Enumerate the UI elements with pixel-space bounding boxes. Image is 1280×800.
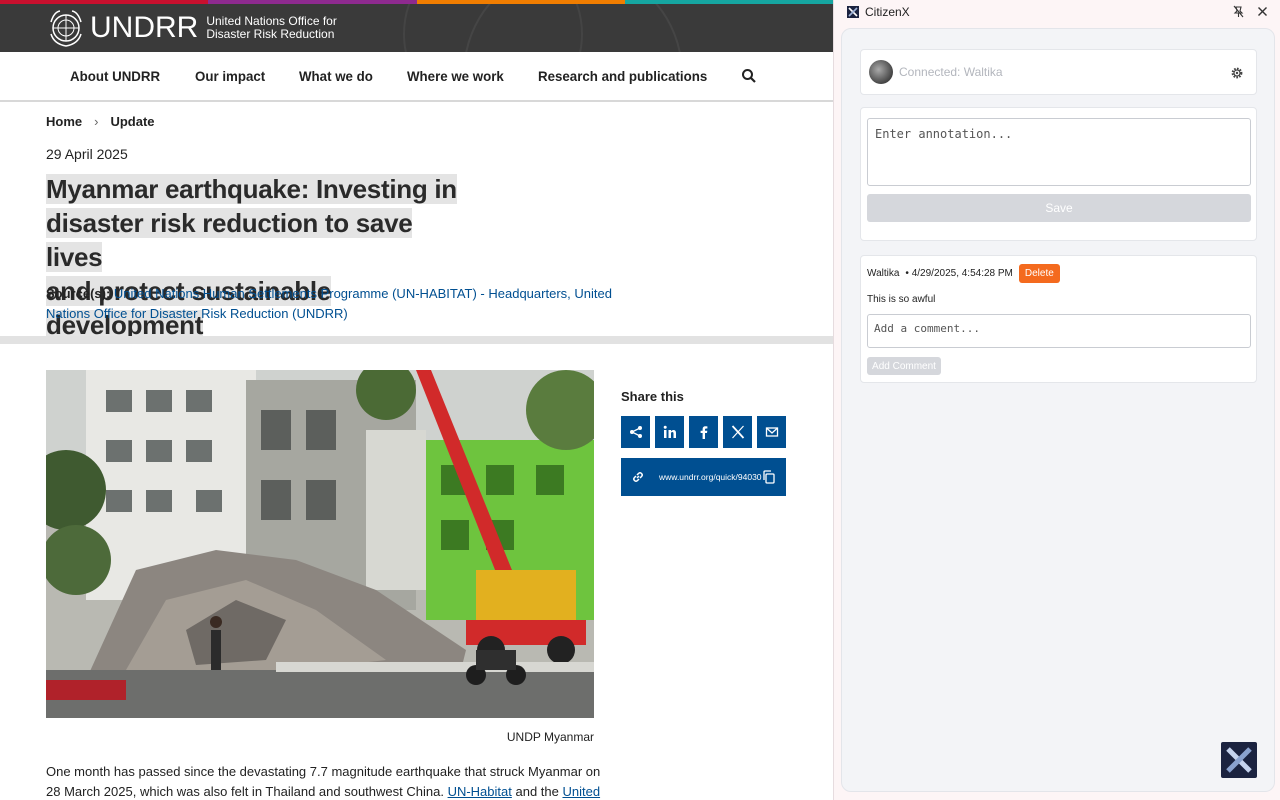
link-icon	[633, 472, 643, 482]
link-unhabitat[interactable]: UN-Habitat	[448, 784, 512, 799]
breadcrumb-current[interactable]: Update	[110, 114, 154, 129]
logo-wordmark: UNDRR	[90, 11, 199, 44]
facebook-icon	[700, 426, 707, 439]
panel-title: CitizenX	[865, 5, 910, 19]
photo-caption: UNDP Myanmar	[506, 730, 594, 744]
citizenx-x-icon	[1226, 747, 1252, 773]
connection-card: Connected: Waltika	[860, 49, 1257, 95]
email-button[interactable]	[757, 416, 786, 448]
copy-icon[interactable]	[762, 470, 776, 484]
connection-status: Connected: Waltika	[899, 65, 1003, 79]
avatar[interactable]	[869, 60, 893, 84]
sources-label: Source(s):	[46, 286, 111, 301]
linkedin-icon	[663, 425, 676, 438]
article-date: 29 April 2025	[46, 146, 128, 162]
share-icon	[629, 426, 642, 438]
panel-body: Connected: Waltika Save Waltika • 4/29/2…	[841, 28, 1275, 792]
x-share-button[interactable]	[723, 416, 752, 448]
unpin-icon[interactable]	[1232, 5, 1245, 18]
email-icon	[765, 427, 778, 437]
undrr-logo[interactable]: UNDRR United Nations Office for Disaster …	[46, 8, 337, 48]
nav-research[interactable]: Research and publications	[538, 68, 707, 84]
annotation-timestamp: • 4/29/2025, 4:54:28 PM	[905, 268, 1013, 279]
nav-impact[interactable]: Our impact	[195, 68, 265, 84]
linkedin-button[interactable]	[655, 416, 684, 448]
website-content: UNDRR United Nations Office for Disaster …	[0, 0, 833, 800]
citizenx-logo-icon	[847, 6, 859, 18]
nav-about[interactable]: About UNDRR	[70, 68, 160, 84]
site-header: UNDRR United Nations Office for Disaster …	[0, 4, 833, 52]
chevron-right-icon: ›	[94, 114, 99, 129]
nav-where-we-work[interactable]: Where we work	[407, 68, 504, 84]
share-buttons	[621, 416, 791, 448]
annotation-header: Waltika • 4/29/2025, 4:54:28 PM Delete	[867, 264, 1060, 283]
source-link-unhabitat[interactable]: United Nations Human Settlements Program…	[114, 286, 567, 301]
share-title: Share this	[621, 389, 684, 404]
breadcrumb: Home › Update	[46, 114, 155, 129]
breadcrumb-home[interactable]: Home	[46, 114, 82, 129]
nav-what-we-do[interactable]: What we do	[299, 68, 373, 84]
delete-button[interactable]: Delete	[1018, 264, 1060, 283]
section-divider	[0, 336, 833, 344]
annotation-text: This is so awful	[867, 294, 936, 305]
search-icon[interactable]	[741, 68, 757, 84]
un-emblem-icon	[50, 10, 82, 47]
x-icon	[731, 425, 744, 439]
comment-input[interactable]	[867, 314, 1251, 348]
annotation-item: Waltika • 4/29/2025, 4:54:28 PM Delete T…	[860, 255, 1257, 383]
quick-link-box[interactable]: www.undrr.org/quick/94030	[621, 458, 786, 496]
main-nav: About UNDRR Our impact What we do Where …	[0, 52, 833, 102]
annotation-input[interactable]	[867, 118, 1251, 186]
panel-titlebar: CitizenX	[834, 0, 1280, 24]
annotation-card: Save	[860, 107, 1257, 241]
gear-icon[interactable]	[1230, 66, 1244, 80]
earthquake-photo	[46, 370, 594, 718]
facebook-button[interactable]	[689, 416, 718, 448]
citizenx-panel: CitizenX Connected: Waltika Save Waltika…	[833, 0, 1280, 800]
share-button[interactable]	[621, 416, 650, 448]
citizenx-fab-button[interactable]	[1221, 742, 1257, 778]
save-button[interactable]: Save	[867, 194, 1251, 222]
annotation-author: Waltika	[867, 268, 900, 279]
quick-link-url: www.undrr.org/quick/94030	[659, 472, 762, 482]
article-body: One month has passed since the devastati…	[46, 762, 606, 800]
logo-subtitle: United Nations Office for Disaster Risk R…	[206, 14, 337, 41]
close-icon[interactable]	[1256, 5, 1269, 18]
add-comment-button[interactable]: Add Comment	[867, 357, 941, 375]
article-sources: Source(s): United Nations Human Settleme…	[46, 286, 612, 321]
